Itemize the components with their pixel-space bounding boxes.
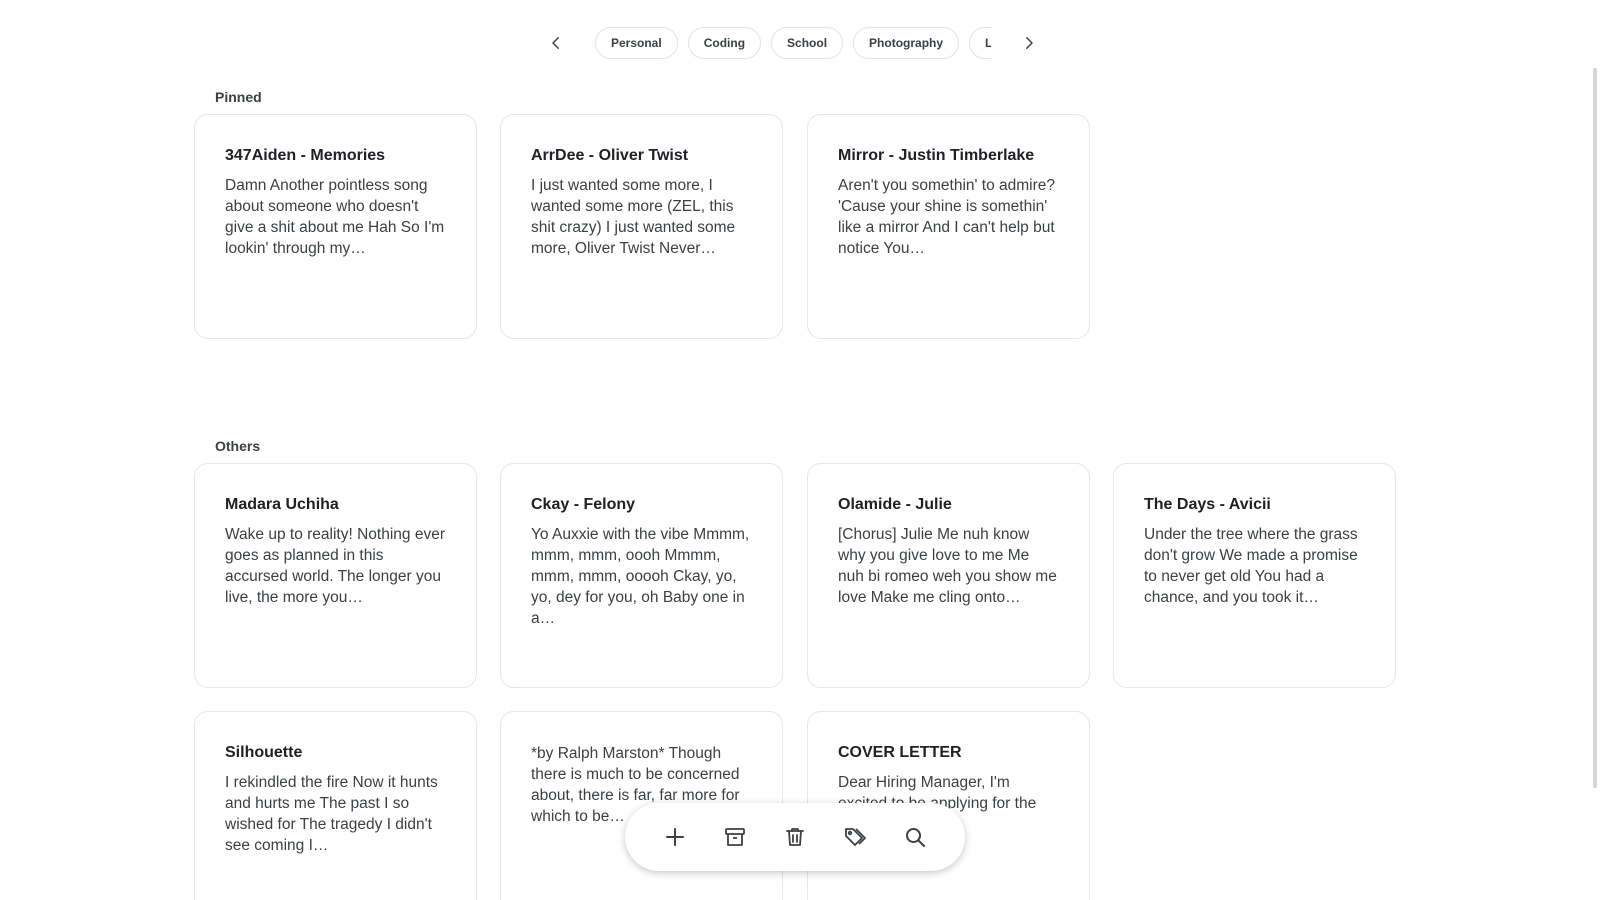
note-body: Yo Auxxie with the vibe Mmmm, mmm, mmm, … (531, 526, 750, 627)
chip-coding[interactable]: Coding (687, 27, 762, 59)
note-card[interactable]: Mirror - Justin Timberlake Aren't you so… (807, 114, 1090, 339)
label-chip-bar: Personal Coding School Photography Lyric… (540, 27, 1045, 59)
chip-photography[interactable]: Photography (853, 27, 960, 59)
note-body: Aren't you somethin' to admire? 'Cause y… (838, 177, 1055, 257)
note-card[interactable]: Silhouette I rekindled the fire Now it h… (194, 711, 477, 900)
bottom-toolbar (625, 803, 965, 871)
note-title: COVER LETTER (838, 744, 962, 761)
note-card[interactable]: The Days - Avicii Under the tree where t… (1113, 463, 1396, 688)
note-body: Wake up to reality! Nothing ever goes as… (225, 526, 445, 606)
chip-school[interactable]: School (771, 27, 844, 59)
note-body: Under the tree where the grass don't gro… (1144, 526, 1358, 606)
note-body: Damn Another pointless song about someon… (225, 177, 445, 257)
chevron-right-icon[interactable] (1013, 27, 1045, 59)
tags-icon[interactable] (835, 817, 875, 857)
note-title: Mirror - Justin Timberlake (838, 147, 1035, 164)
note-title: Olamide - Julie (838, 496, 952, 513)
scrollbar[interactable] (1593, 68, 1597, 788)
note-title: 347Aiden - Memories (225, 147, 386, 164)
notes-page: Personal Coding School Photography Lyric… (0, 0, 1600, 900)
note-body: I rekindled the fire Now it hunts and hu… (225, 774, 438, 854)
note-card[interactable]: Ckay - Felony Yo Auxxie with the vibe Mm… (500, 463, 783, 688)
note-card[interactable]: Olamide - Julie [Chorus] Julie Me nuh kn… (807, 463, 1090, 688)
note-title: Madara Uchiha (225, 496, 339, 513)
note-card[interactable]: Madara Uchiha Wake up to reality! Nothin… (194, 463, 477, 688)
note-body: [Chorus] Julie Me nuh know why you give … (838, 526, 1057, 606)
note-card[interactable]: 347Aiden - Memories Damn Another pointle… (194, 114, 477, 339)
others-heading: Others (215, 438, 261, 454)
note-title: The Days - Avicii (1144, 496, 1271, 513)
archive-icon[interactable] (715, 817, 755, 857)
note-card[interactable]: ArrDee - Oliver Twist I just wanted some… (500, 114, 783, 339)
note-title: Ckay - Felony (531, 496, 636, 513)
search-icon[interactable] (895, 817, 935, 857)
pinned-heading: Pinned (215, 89, 262, 105)
plus-icon[interactable] (655, 817, 695, 857)
chevron-left-icon[interactable] (540, 27, 572, 59)
note-title: Silhouette (225, 744, 303, 761)
trash-icon[interactable] (775, 817, 815, 857)
note-body: I just wanted some more, I wanted some m… (531, 177, 736, 257)
note-title: ArrDee - Oliver Twist (531, 147, 689, 164)
chip-lyrics[interactable]: Lyrics (969, 27, 991, 59)
label-chips: Personal Coding School Photography Lyric… (595, 27, 991, 59)
chip-personal[interactable]: Personal (595, 27, 678, 59)
